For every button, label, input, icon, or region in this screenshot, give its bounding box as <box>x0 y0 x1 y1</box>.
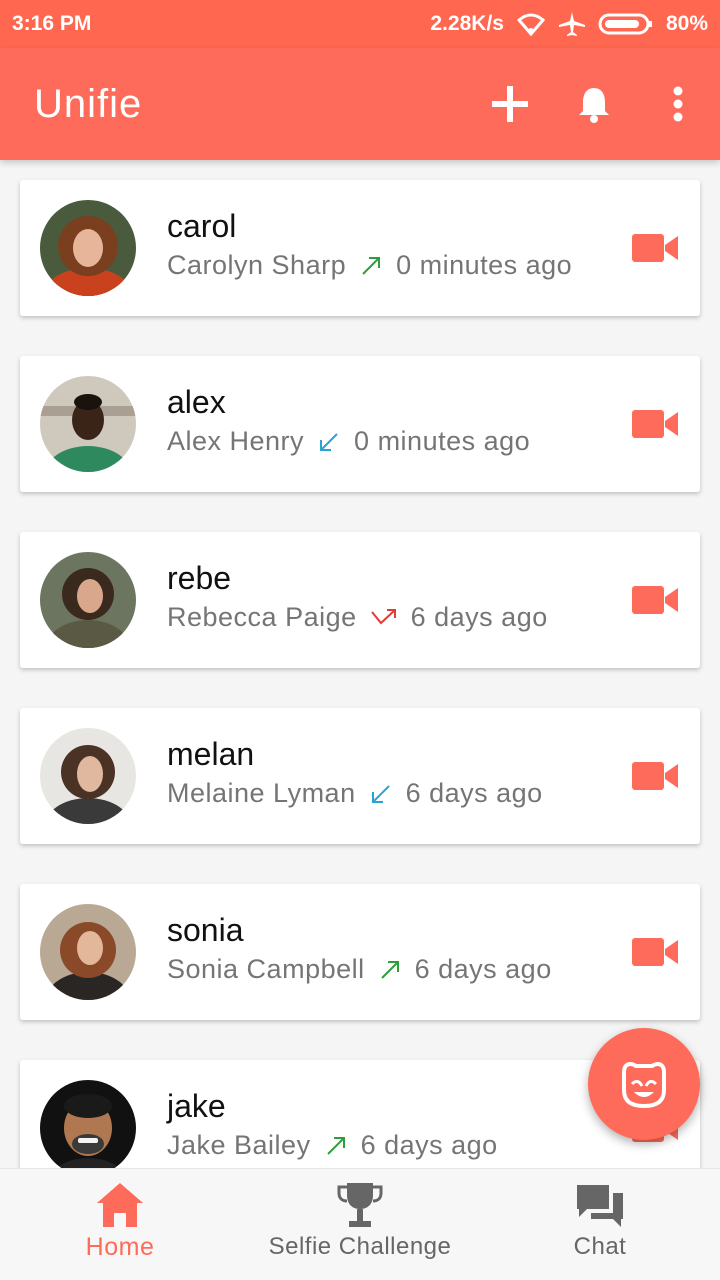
video-call-icon[interactable] <box>632 936 680 968</box>
call-incoming-icon <box>371 784 390 803</box>
contact-full-name: Sonia Campbell <box>167 954 365 984</box>
avatar <box>40 376 136 472</box>
avatar <box>40 728 136 824</box>
contact-username: alex <box>167 384 226 420</box>
call-time: 6 days ago <box>360 1130 498 1160</box>
call-outgoing-icon <box>362 256 381 275</box>
call-time: 6 days ago <box>414 954 552 984</box>
call-time: 6 days ago <box>405 778 543 808</box>
chat-icon <box>577 1185 623 1227</box>
add-icon <box>492 86 528 122</box>
avatar <box>40 552 136 648</box>
home-icon <box>97 1183 143 1227</box>
contact-meta: Alex Henry 0 minutes ago <box>167 426 530 457</box>
contact-username: carol <box>167 208 237 244</box>
nav-label: Chat <box>573 1233 627 1260</box>
contact-meta: Jake Bailey 6 days ago <box>167 1130 498 1161</box>
battery-icon <box>598 12 654 36</box>
contact-username: rebe <box>167 560 232 596</box>
nav-home[interactable]: Home <box>0 1169 240 1280</box>
contact-full-name: Alex Henry <box>167 426 305 456</box>
wifi-icon <box>516 12 546 36</box>
contact-card[interactable]: melan Melaine Lyman 6 days ago <box>20 708 700 844</box>
trophy-icon <box>337 1183 383 1227</box>
contact-meta: Carolyn Sharp 0 minutes ago <box>167 250 572 281</box>
add-button[interactable] <box>468 48 552 160</box>
video-call-icon[interactable] <box>632 232 680 264</box>
app-bar: Unifie <box>0 48 720 160</box>
contact-full-name: Carolyn Sharp <box>167 250 347 280</box>
nav-label: Selfie Challenge <box>268 1233 452 1260</box>
contact-card[interactable]: alex Alex Henry 0 minutes ago <box>20 356 700 492</box>
contact-card[interactable]: rebe Rebecca Paige 6 days ago <box>20 532 700 668</box>
more-vert-icon <box>673 86 683 122</box>
bottom-nav: Home Selfie Challenge Chat <box>0 1168 720 1280</box>
nav-selfie-challenge[interactable]: Selfie Challenge <box>240 1169 480 1280</box>
video-call-icon[interactable] <box>632 584 680 616</box>
contact-card[interactable]: carol Carolyn Sharp 0 minutes ago <box>20 180 700 316</box>
nav-chat[interactable]: Chat <box>480 1169 720 1280</box>
call-time: 0 minutes ago <box>354 426 531 456</box>
app-title: Unifie <box>34 81 143 126</box>
video-call-icon[interactable] <box>632 408 680 440</box>
status-bar: 3:16 PM 2.28K/s 80% <box>0 0 720 48</box>
battery-percent: 80% <box>665 12 708 35</box>
bell-icon <box>579 88 609 123</box>
call-outgoing-icon <box>380 960 399 979</box>
network-speed: 2.28K/s <box>430 12 504 35</box>
contact-full-name: Jake Bailey <box>167 1130 311 1160</box>
contact-meta: Rebecca Paige 6 days ago <box>167 602 548 633</box>
avatar <box>40 1080 136 1176</box>
avatar <box>40 200 136 296</box>
contact-username: melan <box>167 736 255 772</box>
contact-full-name: Rebecca Paige <box>167 602 357 632</box>
airplane-icon <box>558 11 586 37</box>
contact-meta: Sonia Campbell 6 days ago <box>167 954 552 985</box>
contact-meta: Melaine Lyman 6 days ago <box>167 778 543 809</box>
nav-label: Home <box>85 1233 155 1261</box>
more-options-button[interactable] <box>636 48 720 160</box>
call-time: 6 days ago <box>410 602 548 632</box>
selfie-fab-button[interactable] <box>588 1028 700 1140</box>
call-incoming-icon <box>320 432 338 451</box>
call-missed-icon <box>370 608 396 624</box>
avatar <box>40 904 136 1000</box>
contact-username: sonia <box>167 912 244 948</box>
video-call-icon[interactable] <box>632 760 680 792</box>
call-outgoing-icon <box>326 1136 345 1155</box>
contact-card[interactable]: sonia Sonia Campbell 6 days ago <box>20 884 700 1020</box>
notifications-button[interactable] <box>552 48 636 160</box>
contact-username: jake <box>167 1088 226 1124</box>
status-time: 3:16 PM <box>12 12 92 35</box>
contact-full-name: Melaine Lyman <box>167 778 356 808</box>
selfie-face-icon <box>622 1062 666 1108</box>
call-time: 0 minutes ago <box>396 250 573 280</box>
